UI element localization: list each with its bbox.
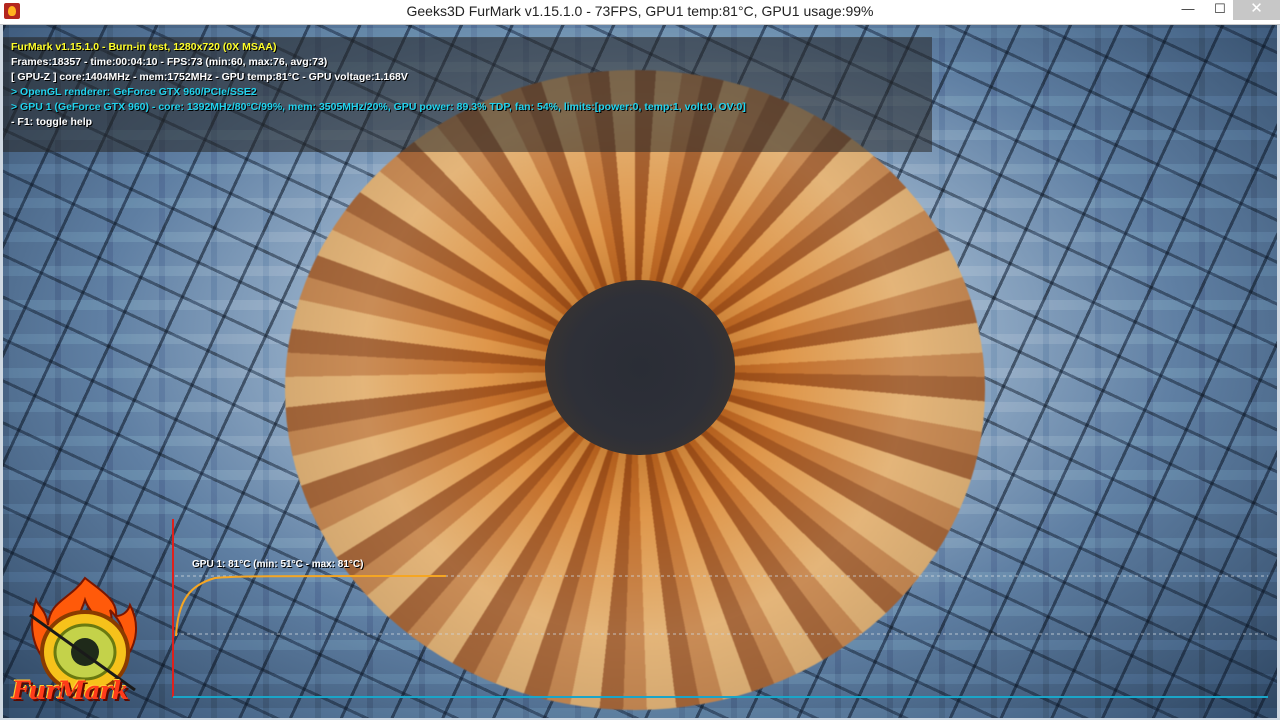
temperature-line [175,575,447,637]
graph-label: GPU 1: 81°C (min: 51°C - max: 81°C) [192,559,364,570]
temperature-graph [172,519,1268,698]
furmark-logo-text: FurMark [12,676,129,705]
